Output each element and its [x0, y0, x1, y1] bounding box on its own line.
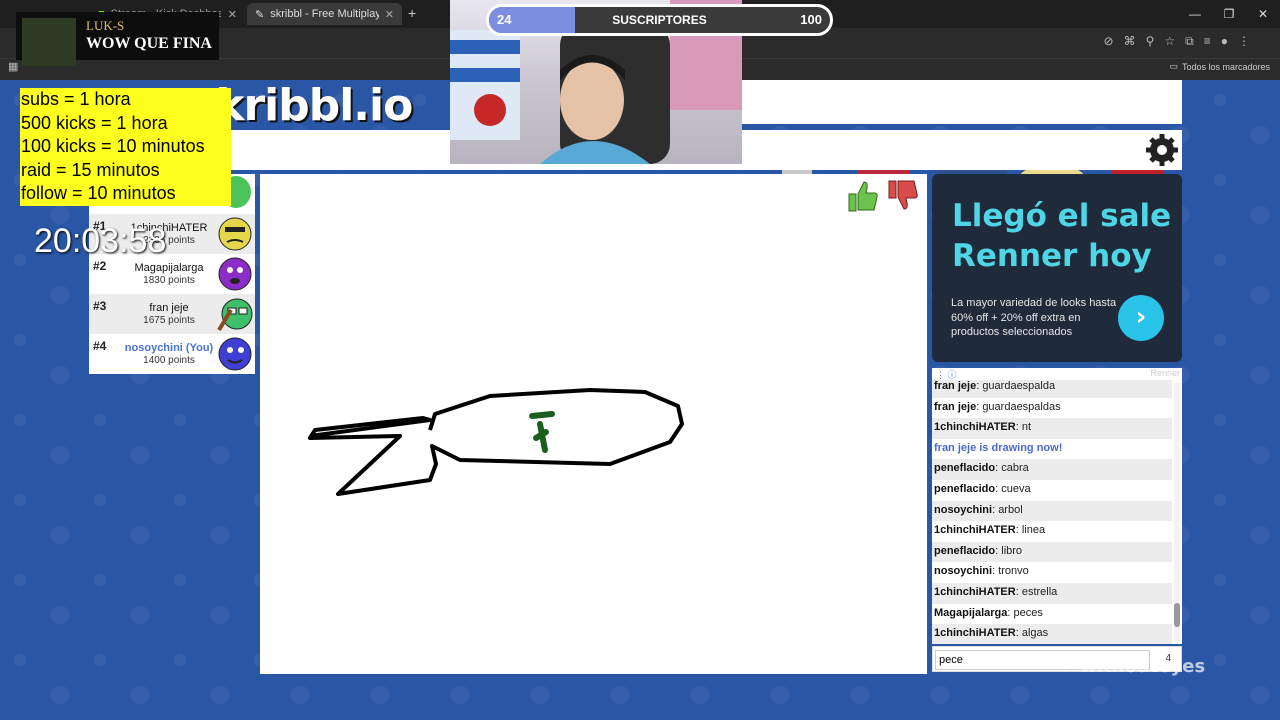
stream-alert: LUK-S WOW QUE FINA [16, 12, 219, 66]
player-name: Magapijalarga [134, 262, 204, 274]
extensions-icon[interactable]: ⧉ [1185, 34, 1194, 49]
player-points: 1830 points [143, 275, 195, 286]
apps-icon[interactable]: ▦ [8, 60, 18, 73]
rule-line: 100 kicks = 10 minutos [21, 136, 205, 156]
player-drawing [308, 388, 684, 496]
watermark-text: with0uteyes [1080, 656, 1206, 677]
star-icon[interactable]: ☆ [1164, 34, 1175, 49]
tab-title: skribbl - Free Multiplayer Drawing [270, 8, 379, 20]
close-window-icon[interactable]: ✕ [1246, 0, 1280, 28]
chat-message: peneflacido: libro [932, 541, 1172, 563]
drawing-canvas[interactable] [260, 174, 927, 674]
chat-message: 1chinchiHATER: linea [934, 524, 1046, 537]
close-tab-icon[interactable]: ✕ [385, 8, 394, 21]
chat-message: 1chinchiHATER: algas [932, 624, 1172, 644]
player-name: nosoychini (You) [124, 342, 214, 354]
translate-icon[interactable]: ⌘ [1124, 34, 1136, 49]
zoom-icon[interactable]: ⚲ [1146, 34, 1155, 49]
chat-system-message: fran jeje is drawing now! [934, 441, 1063, 454]
close-tab-icon[interactable]: ✕ [228, 8, 237, 21]
sub-goal-target: 100 [800, 12, 822, 27]
rule-line: 500 kicks = 1 hora [21, 112, 168, 133]
chat-message: Magapijalarga: peces [934, 606, 1043, 619]
new-tab-icon[interactable]: + [408, 5, 416, 21]
restore-icon[interactable]: ❐ [1212, 0, 1246, 28]
chat-message: nosoychini: arbol [932, 500, 1172, 522]
menu-icon[interactable]: ⋮ [1238, 34, 1250, 49]
player-avatar [218, 257, 252, 291]
sub-goal-label: SUSCRIPTORES [612, 13, 707, 27]
player-rank: #3 [93, 299, 107, 313]
media-icon[interactable]: ≡ [1204, 34, 1211, 49]
rule-line: follow = 10 minutos [21, 183, 176, 203]
player-avatar [218, 217, 252, 251]
chat-message: nosoychini: tronvo [934, 565, 1029, 578]
heart-icon: ♡ [1058, 656, 1075, 677]
folder-icon: ▭ [1169, 61, 1178, 71]
player-avatar [218, 337, 252, 371]
settings-gear-icon[interactable] [1143, 131, 1181, 169]
sub-goal-bar: 24 SUSCRIPTORES 100 [486, 4, 833, 36]
ad-info-line: ⋮ ⓘ Renner [932, 368, 1182, 380]
alert-message: WOW QUE FINA [86, 35, 212, 52]
streamer-watermark: ♡ with0uteyes [1058, 656, 1205, 677]
chat-log: fran jeje: guardaespalda fran jeje: guar… [932, 380, 1182, 644]
ad-brand: Renner [1150, 368, 1180, 378]
scrollbar-thumb[interactable] [1174, 603, 1180, 627]
chat-scrollbar[interactable] [1174, 383, 1180, 641]
player-rank: #4 [93, 339, 107, 353]
alert-username: LUK-S [86, 18, 125, 33]
chat-message: 1chinchiHATER: estrella [932, 583, 1172, 604]
side-ad[interactable]: Llegó el sale Renner hoy La mayor varied… [932, 174, 1182, 362]
ad-arrow-button[interactable]: › [1118, 295, 1164, 341]
player-name: fran jeje [149, 302, 189, 314]
ad-body: La mayor variedad de looks hasta 60% off… [951, 297, 1117, 338]
stream-rules-overlay: subs = 1 hora 500 kicks = 1 hora 100 kic… [20, 88, 231, 206]
chat-message: fran jeje: guardaespaldas [934, 400, 1061, 413]
rule-line: raid = 15 minutos [21, 159, 160, 180]
player-row-self[interactable]: #4 nosoychini (You) 1400 points [89, 334, 255, 374]
player-avatar-drawing [217, 298, 253, 332]
subathon-timer: 20:03:58 [34, 222, 167, 260]
ad-headline: Llegó el sale Renner hoy [952, 198, 1172, 274]
top-ad-banner[interactable] [742, 80, 1182, 200]
chat-message: fran jeje: guardaespalda [932, 380, 1172, 398]
rule-line: subs = 1 hora [21, 89, 131, 109]
player-row[interactable]: #3 fran jeje 1675 points [89, 294, 255, 334]
all-bookmarks[interactable]: ▭ Todos los marcadores [1169, 61, 1270, 72]
pencil-icon: ✎ [255, 8, 265, 21]
minimize-icon[interactable]: — [1178, 0, 1212, 28]
player-rank: #2 [93, 259, 107, 273]
alert-image [22, 18, 76, 66]
chat-message: peneflacido: cueva [934, 483, 1031, 495]
chat-message: peneflacido: cabra [932, 459, 1172, 480]
chat-message: 1chinchiHATER: nt [932, 418, 1172, 439]
player-points: 1400 points [143, 355, 195, 366]
eye-off-icon[interactable]: ⊘ [1104, 34, 1114, 49]
profile-avatar[interactable]: ● [1221, 34, 1228, 49]
player-points: 1675 points [143, 315, 195, 326]
tab-skribbl[interactable]: ✎ skribbl - Free Multiplayer Drawing ✕ [247, 3, 402, 25]
